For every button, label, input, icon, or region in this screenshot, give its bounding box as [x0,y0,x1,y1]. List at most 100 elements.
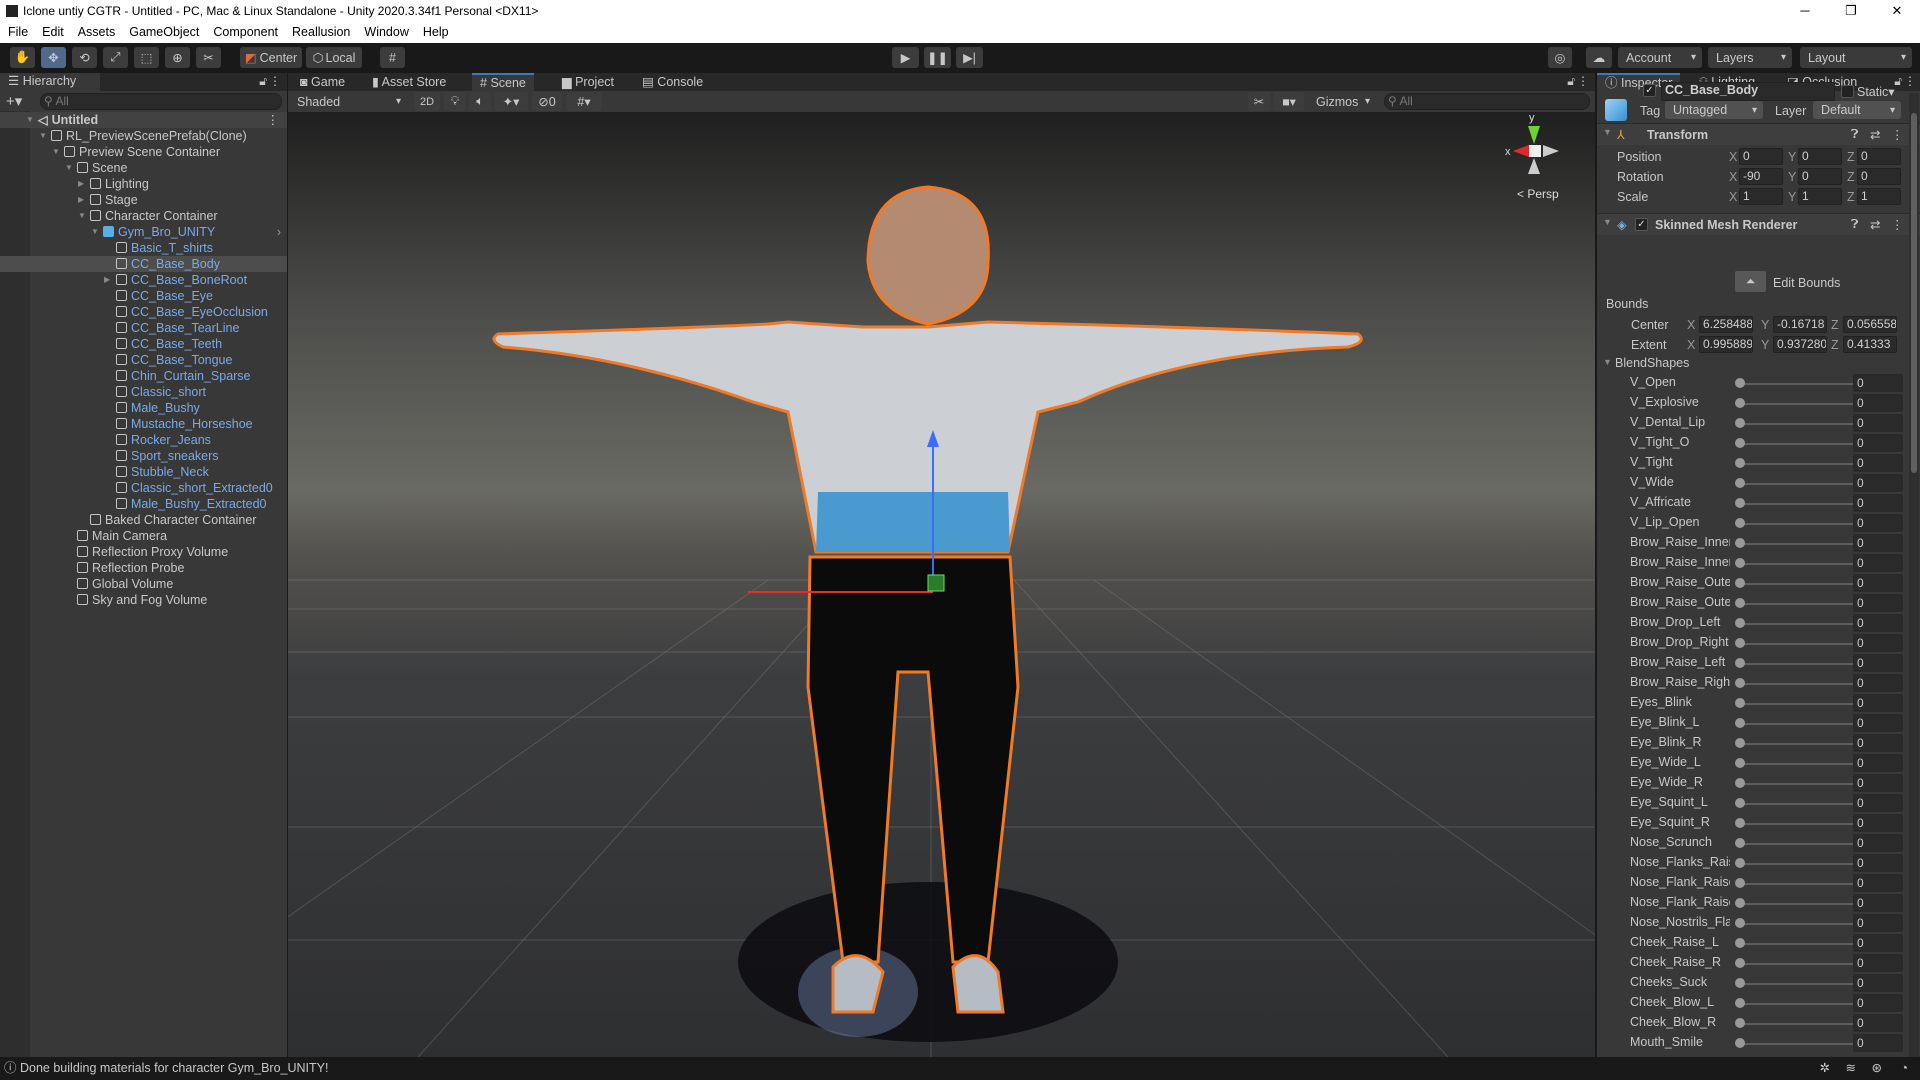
blendshape-slider-knob[interactable] [1735,758,1745,768]
rotation-x-input[interactable]: -90 [1739,168,1783,185]
foldout-arrow-icon[interactable]: ▶ [78,192,88,208]
maximize-button[interactable]: ❐ [1828,0,1874,21]
orientation-gizmo[interactable]: y x < Persp [1495,112,1585,202]
blendshape-value-input[interactable]: 0 [1853,954,1903,972]
blendshape-slider-knob[interactable] [1735,418,1745,428]
audio-toggle-icon[interactable]: 🔈︎ [469,92,491,111]
hierarchy-item[interactable]: ▼ Character Container [0,208,287,224]
blendshape-value-input[interactable]: 0 [1853,734,1903,752]
hierarchy-item[interactable]: CC_Base_Tongue [0,352,287,368]
extent-x-input[interactable]: 0.995889 [1699,336,1753,353]
blendshape-slider-knob[interactable] [1735,518,1745,528]
blendshape-slider-knob[interactable] [1735,878,1745,888]
blendshape-slider[interactable] [1739,923,1866,925]
blendshape-slider[interactable] [1739,1003,1866,1005]
menu-assets[interactable]: Assets [78,25,116,39]
blendshape-slider-knob[interactable] [1735,918,1745,928]
blendshape-value-input[interactable]: 0 [1853,814,1903,832]
foldout-arrow-icon[interactable]: ▼ [52,144,62,160]
blendshape-slider[interactable] [1739,903,1866,905]
create-plus-button[interactable]: +▾ [6,92,22,110]
blendshape-slider[interactable] [1739,503,1866,505]
bug-icon[interactable]: ✲ [1820,1057,1830,1080]
tools-icon[interactable]: ✂ [1248,92,1270,111]
blendshape-value-input[interactable]: 0 [1853,914,1903,932]
blendshape-slider[interactable] [1739,883,1866,885]
layout-dropdown[interactable]: Layout [1800,47,1912,68]
hierarchy-item[interactable]: Mustache_Horseshoe [0,416,287,432]
blendshape-value-input[interactable]: 0 [1853,434,1903,452]
transform-tool-icon[interactable]: ⊕ [165,47,190,68]
blendshape-slider[interactable] [1739,623,1866,625]
blendshape-slider-knob[interactable] [1735,658,1745,668]
custom-tool-icon[interactable]: ✂ [196,47,221,68]
blendshape-value-input[interactable]: 0 [1853,714,1903,732]
hidden-objects-toggle[interactable]: ⊘ 0 [532,92,562,111]
blendshape-slider-knob[interactable] [1735,558,1745,568]
blendshape-value-input[interactable]: 0 [1853,874,1903,892]
blendshape-value-input[interactable]: 0 [1853,774,1903,792]
gizmo-z-cone[interactable] [1528,158,1540,174]
play-button[interactable]: ▶ [892,47,919,68]
blendshape-value-input[interactable]: 0 [1853,974,1903,992]
position-z-input[interactable]: 0 [1857,148,1901,165]
object-name-input[interactable]: CC_Base_Body [1661,82,1835,101]
foldout-arrow-icon[interactable]: ▼ [26,112,36,128]
tab-game[interactable]: ◙ Game [292,73,353,91]
blendshape-slider-knob[interactable] [1735,1038,1745,1048]
collab-icon[interactable]: ◎ [1548,47,1572,68]
blendshape-slider-knob[interactable] [1735,998,1745,1008]
scale-x-input[interactable]: 1 [1739,188,1783,205]
panel-menu-icon[interactable]: ⋮ [269,74,281,88]
tab-asset-store[interactable]: ▮ Asset Store [364,73,454,91]
gizmo-x-cone[interactable] [1513,145,1529,157]
blendshape-slider-knob[interactable] [1735,398,1745,408]
menu-component[interactable]: Component [213,25,278,39]
center-x-input[interactable]: 6.258488 [1699,316,1753,333]
hierarchy-item[interactable]: Reflection Probe [0,560,287,576]
blendshape-slider[interactable] [1739,403,1866,405]
menu-reallusion[interactable]: Reallusion [292,25,350,39]
grid-dropdown-icon[interactable]: #▾ [566,92,602,111]
hierarchy-item[interactable]: Basic_T_shirts [0,240,287,256]
blendshape-slider-knob[interactable] [1735,898,1745,908]
lighting-toggle-icon[interactable]: 💡︎ [444,92,466,111]
hierarchy-item[interactable]: CC_Base_Eye [0,288,287,304]
lock-icon[interactable]: 🔓︎ [259,74,267,89]
center-z-input[interactable]: 0.056558 [1843,316,1897,333]
blendshape-slider-knob[interactable] [1735,498,1745,508]
hierarchy-item[interactable]: ▼ ◁ Untitled ⋮ [0,112,287,128]
blendshape-value-input[interactable]: 0 [1853,554,1903,572]
hierarchy-item[interactable]: ▶ Stage [0,192,287,208]
blendshape-value-input[interactable]: 0 [1853,534,1903,552]
layer-dropdown[interactable]: Default [1813,101,1901,119]
hierarchy-item[interactable]: Stubble_Neck [0,464,287,480]
scale-z-input[interactable]: 1 [1857,188,1901,205]
blendshape-slider[interactable] [1739,983,1866,985]
presets-icon[interactable]: ⇄ [1870,217,1880,232]
blendshape-slider[interactable] [1739,823,1866,825]
grid-snap-icon[interactable]: # [380,47,405,68]
projection-toggle[interactable]: < Persp [1517,187,1559,201]
blendshape-value-input[interactable]: 0 [1853,694,1903,712]
blendshape-slider-knob[interactable] [1735,538,1745,548]
hierarchy-item[interactable]: Global Volume [0,576,287,592]
tag-dropdown[interactable]: Untagged [1665,101,1763,119]
skinned-mesh-renderer-header[interactable]: ▼ ◈ ✓ Skinned Mesh Renderer ❓︎ ⇄ ⋮ [1597,213,1920,235]
blendshape-slider[interactable] [1739,703,1866,705]
blendshape-slider-knob[interactable] [1735,778,1745,788]
scale-y-input[interactable]: 1 [1798,188,1842,205]
blendshape-slider[interactable] [1739,803,1866,805]
effects-dropdown-icon[interactable]: ✦▾ [494,92,528,111]
blendshape-slider-knob[interactable] [1735,458,1745,468]
foldout-arrow-icon[interactable]: ▼ [1603,217,1612,227]
rect-tool-icon[interactable]: ⬚ [134,47,159,68]
static-checkbox[interactable] [1841,85,1854,98]
scrollbar-thumb[interactable] [1911,113,1917,473]
foldout-arrow-icon[interactable]: ▶ [104,272,114,288]
hierarchy-item[interactable]: CC_Base_Teeth [0,336,287,352]
hierarchy-item[interactable]: Rocker_Jeans [0,432,287,448]
layers-dropdown[interactable]: Layers [1708,47,1792,68]
blendshape-slider[interactable] [1739,943,1866,945]
foldout-arrow-icon[interactable]: ▶ [78,176,88,192]
